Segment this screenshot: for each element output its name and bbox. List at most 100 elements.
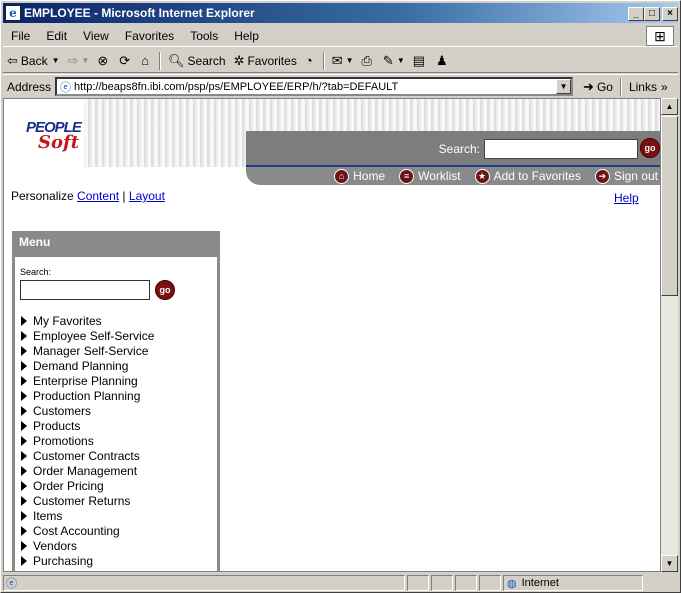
forward-dropdown-icon: ▼ xyxy=(81,56,90,65)
home-button[interactable]: ⌂ xyxy=(137,50,156,72)
back-button[interactable]: ⇦ Back ▼ xyxy=(3,50,64,72)
refresh-button[interactable]: ⟳ xyxy=(115,50,137,72)
close-button[interactable]: × xyxy=(662,7,678,21)
menu-item[interactable]: Enterprise Planning xyxy=(21,373,154,388)
help-link[interactable]: Help xyxy=(614,191,639,205)
address-dropdown-icon[interactable]: ▼ xyxy=(556,79,572,94)
menu-item[interactable]: Demand Planning xyxy=(21,358,154,373)
personalize-content-link[interactable]: Content xyxy=(77,189,119,203)
status-bar: ⓔ ◍ Internet xyxy=(3,574,678,592)
mail-button[interactable]: ✉ ▼ xyxy=(328,50,358,72)
print-button[interactable]: ⎙ xyxy=(358,50,379,72)
search-button[interactable]: 🔍︎ Search xyxy=(164,50,230,72)
menu-item[interactable]: Customers xyxy=(21,403,154,418)
expand-triangle-icon xyxy=(21,540,27,551)
chevron-right-icon: » xyxy=(660,79,668,94)
menu-item[interactable]: Items xyxy=(21,508,154,523)
favorites-button[interactable]: ✲ Favorites xyxy=(230,50,301,72)
back-dropdown-icon: ▼ xyxy=(51,56,60,65)
edit-icon: ✎ xyxy=(382,52,394,68)
scroll-up-icon[interactable]: ▲ xyxy=(661,98,678,115)
discuss-button[interactable]: ▤ xyxy=(409,50,432,72)
scroll-down-icon[interactable]: ▼ xyxy=(661,555,678,572)
nav-add-favorites[interactable]: ★ Add to Favorites xyxy=(474,168,581,184)
menu-item[interactable]: Manager Self-Service xyxy=(21,343,154,358)
menu-file[interactable]: File xyxy=(3,29,38,43)
expand-triangle-icon xyxy=(21,375,27,386)
menu-item[interactable]: Purchasing xyxy=(21,553,154,568)
menu-item[interactable]: My Favorites xyxy=(21,313,154,328)
menu-item[interactable]: Customer Returns xyxy=(21,493,154,508)
status-pane xyxy=(407,575,429,591)
page-icon: ⓔ xyxy=(60,81,72,94)
toolbar-separator xyxy=(619,77,622,96)
page-icon: ⓔ xyxy=(6,578,17,590)
history-button[interactable]: ◔ xyxy=(301,50,320,72)
links-button[interactable]: Links» xyxy=(625,76,672,98)
expand-triangle-icon xyxy=(21,420,27,431)
status-main-pane: ⓔ xyxy=(3,575,405,591)
menu-help[interactable]: Help xyxy=(226,29,267,43)
window-title: EMPLOYEE - Microsoft Internet Explorer xyxy=(24,6,255,20)
print-icon: ⎙ xyxy=(361,52,372,68)
maximize-button[interactable]: □ xyxy=(644,7,660,21)
expand-triangle-icon xyxy=(21,390,27,401)
mail-dropdown-icon: ▼ xyxy=(345,56,354,65)
menu-item[interactable]: Order Pricing xyxy=(21,478,154,493)
worklist-icon: ≡ xyxy=(399,168,415,184)
menu-tools[interactable]: Tools xyxy=(182,29,226,43)
page-content: PEOPLE Soft Search: go ⌂ Home ≡ Worklist ★… xyxy=(3,98,661,572)
add-favorites-icon: ★ xyxy=(474,168,490,184)
expand-triangle-icon xyxy=(21,435,27,446)
nav-sign-out[interactable]: ➔ Sign out xyxy=(594,168,658,184)
nav-worklist[interactable]: ≡ Worklist xyxy=(399,168,461,184)
menu-title: Menu xyxy=(15,231,217,257)
menu-item[interactable]: Customer Contracts xyxy=(21,448,154,463)
go-button[interactable]: ➜ Go xyxy=(579,76,617,98)
menu-edit[interactable]: Edit xyxy=(38,29,75,43)
peoplesoft-logo[interactable]: PEOPLE Soft xyxy=(26,119,96,163)
menu-go-button[interactable]: go xyxy=(155,280,175,300)
personalize-bar: Personalize Content | Layout xyxy=(11,189,165,203)
address-label: Address xyxy=(7,79,52,94)
address-bar: Address ⓔ http://beaps8fn.ibi.com/psp/ps… xyxy=(3,74,678,98)
header-go-button[interactable]: go xyxy=(640,138,660,158)
expand-triangle-icon xyxy=(21,465,27,476)
sign-out-icon: ➔ xyxy=(594,168,610,184)
messenger-button[interactable]: ♟ xyxy=(432,50,455,72)
menu-item[interactable]: Vendors xyxy=(21,538,154,553)
header-search-input[interactable] xyxy=(484,139,638,159)
stop-icon: ⊗ xyxy=(97,52,109,68)
minimize-button[interactable]: _ xyxy=(628,7,644,21)
menu-item[interactable]: Cost Accounting xyxy=(21,523,154,538)
status-pane xyxy=(455,575,477,591)
nav-home[interactable]: ⌂ Home xyxy=(334,168,385,184)
favorites-icon: ✲ xyxy=(233,52,245,68)
menu-item[interactable]: Employee Self-Service xyxy=(21,328,154,343)
address-input[interactable]: ⓔ http://beaps8fn.ibi.com/psp/ps/EMPLOYE… xyxy=(55,77,574,96)
menu-list: My Favorites Employee Self-Service Manag… xyxy=(21,313,154,568)
windows-flag-icon: ⊞ xyxy=(646,26,674,46)
scroll-thumb[interactable] xyxy=(661,116,678,296)
forward-button[interactable]: ⇨ ▼ xyxy=(64,50,94,72)
edit-button[interactable]: ✎ ▼ xyxy=(379,50,409,72)
ie-icon: e xyxy=(5,5,21,21)
personalize-label: Personalize xyxy=(11,189,74,203)
menu-view[interactable]: View xyxy=(75,29,117,43)
personalize-layout-link[interactable]: Layout xyxy=(129,189,165,203)
personalize-separator: | xyxy=(122,189,126,203)
stop-button[interactable]: ⊗ xyxy=(93,50,115,72)
menu-search-input[interactable] xyxy=(20,280,150,300)
expand-triangle-icon xyxy=(21,480,27,491)
menu-favorites[interactable]: Favorites xyxy=(117,29,182,43)
vertical-scrollbar[interactable]: ▲ ▼ xyxy=(661,98,678,572)
messenger-icon: ♟ xyxy=(436,52,448,68)
menu-pagelet: Menu Search: go My Favorites Employee Se… xyxy=(12,231,220,571)
menu-item[interactable]: Promotions xyxy=(21,433,154,448)
menu-item[interactable]: Production Planning xyxy=(21,388,154,403)
menu-item[interactable]: Order Management xyxy=(21,463,154,478)
status-zone: Internet xyxy=(521,577,559,589)
go-arrow-icon: ➜ xyxy=(583,78,594,94)
globe-icon: ◍ xyxy=(507,577,517,590)
menu-item[interactable]: Products xyxy=(21,418,154,433)
